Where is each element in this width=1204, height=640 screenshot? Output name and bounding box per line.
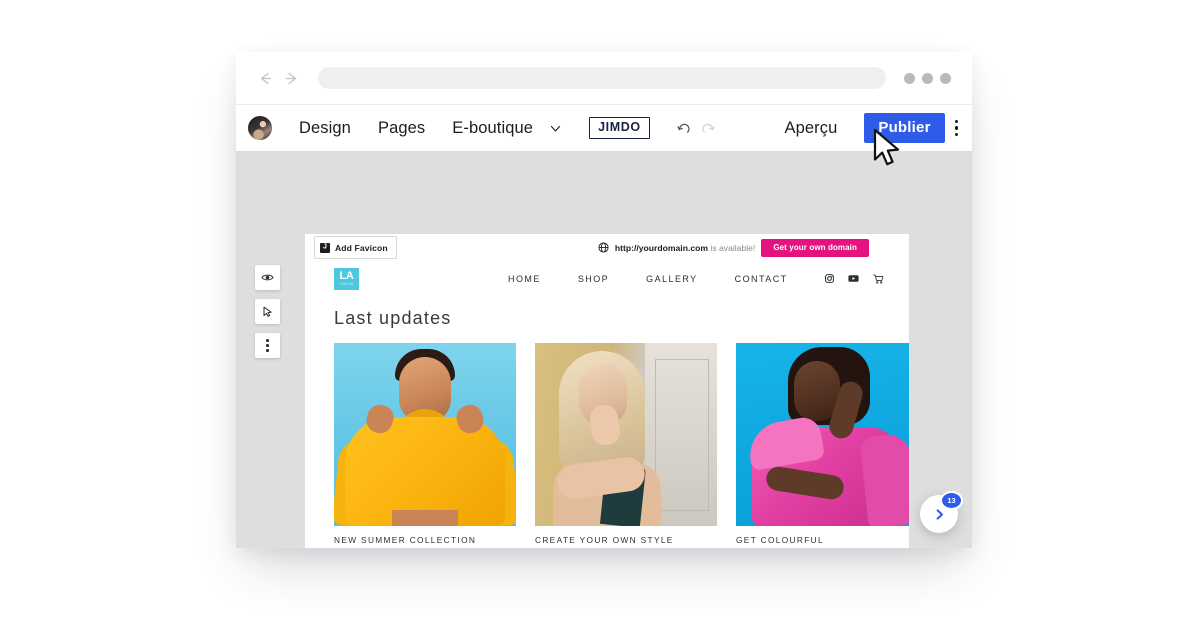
site-logo-sub: TULUM — [339, 281, 354, 286]
domain-status-text: http://yourdomain.com is available! — [615, 243, 755, 253]
kebab-dot — [954, 119, 958, 124]
photo-detail — [655, 359, 709, 511]
tab-design[interactable]: Design — [299, 119, 351, 138]
domain-name: http://yourdomain.com — [614, 242, 709, 253]
nav-link-gallery[interactable]: GALLERY — [646, 274, 698, 284]
mouse-cursor — [872, 128, 906, 175]
cart-icon[interactable] — [872, 274, 884, 284]
photo-blonde-portrait[interactable] — [535, 343, 717, 526]
card-title: NEW SUMMER COLLECTION — [334, 535, 477, 545]
favicon-domain-bar: J Add Favicon http://yourdomain.com is a… — [305, 234, 909, 261]
update-card[interactable]: GET COLOURFUL 890 idee su Moda estate ne… — [736, 343, 909, 548]
tab-pages[interactable]: Pages — [378, 119, 425, 138]
editor-toolbar: Design Pages E-boutique JIMDO Aperçu Pub… — [236, 105, 972, 151]
preview-eye-button[interactable] — [255, 265, 280, 290]
tab-eboutique[interactable]: E-boutique — [452, 119, 562, 138]
chat-widget-button[interactable]: 13 — [920, 493, 961, 533]
chevron-down-icon[interactable] — [533, 122, 562, 135]
site-navbar: LA TULUM HOME SHOP GALLERY CONTACT — [305, 261, 909, 296]
browser-window: Design Pages E-boutique JIMDO Aperçu Pub… — [236, 52, 972, 548]
browser-chrome — [236, 52, 972, 104]
editor-canvas: J Add Favicon http://yourdomain.com is a… — [236, 151, 972, 548]
site-logo[interactable]: LA TULUM — [334, 267, 359, 290]
page-title: Last updates — [334, 308, 452, 328]
undo-icon[interactable] — [675, 120, 692, 137]
address-bar[interactable] — [318, 67, 886, 89]
favicon-glyph: J — [323, 243, 327, 251]
screenshot-root: Design Pages E-boutique JIMDO Aperçu Pub… — [0, 0, 1204, 640]
chevron-right-icon — [932, 507, 947, 522]
canvas-tool-rail — [255, 265, 280, 358]
domain-promo: http://yourdomain.com is available! Get … — [598, 234, 869, 261]
window-dot[interactable] — [904, 72, 915, 84]
update-card[interactable]: NEW SUMMER COLLECTION La nouvelle collec… — [334, 343, 516, 548]
window-dot[interactable] — [922, 72, 933, 84]
tab-eboutique-label: E-boutique — [452, 118, 534, 137]
site-social-icons — [824, 274, 884, 284]
site-preview: J Add Favicon http://yourdomain.com is a… — [305, 234, 909, 548]
undo-redo-group — [675, 120, 717, 137]
user-avatar[interactable] — [248, 116, 272, 140]
eye-icon — [261, 271, 274, 284]
arrow-left-icon[interactable] — [257, 70, 274, 87]
window-dot[interactable] — [940, 72, 951, 84]
instagram-icon[interactable] — [824, 274, 834, 283]
photo-pink-dress[interactable] — [736, 343, 909, 526]
kebab-dot — [954, 126, 958, 130]
globe-icon — [598, 242, 609, 253]
kebab-menu-icon[interactable] — [954, 119, 958, 137]
site-nav-links: HOME SHOP GALLERY CONTACT — [508, 261, 884, 296]
nav-arrows — [257, 70, 300, 87]
cursor-brush-icon — [261, 305, 274, 318]
youtube-icon[interactable] — [848, 274, 859, 283]
updates-card-grid: NEW SUMMER COLLECTION La nouvelle collec… — [334, 343, 909, 548]
add-favicon-button[interactable]: J Add Favicon — [314, 236, 397, 259]
vertical-dots-icon — [266, 339, 269, 352]
domain-availability: is available! — [708, 242, 756, 253]
canvas-more-button[interactable] — [255, 333, 280, 358]
site-logo-main: LA — [339, 269, 354, 282]
photo-yellow-hoodie[interactable] — [334, 343, 516, 526]
arrow-forward-icon[interactable] — [283, 70, 300, 87]
redo-icon[interactable] — [700, 120, 717, 137]
get-domain-button[interactable]: Get your own domain — [761, 238, 869, 257]
tab-apercu[interactable]: Aperçu — [784, 119, 837, 138]
update-card[interactable]: CREATE YOUR OWN STYLE Créez votre propre… — [535, 343, 717, 548]
photo-detail — [392, 510, 458, 526]
add-favicon-label: Add Favicon — [335, 242, 388, 253]
chat-unread-badge: 13 — [942, 493, 961, 508]
favicon-placeholder-icon: J — [320, 242, 330, 253]
card-title: CREATE YOUR OWN STYLE — [535, 535, 674, 545]
card-title: GET COLOURFUL — [736, 535, 824, 545]
nav-link-shop[interactable]: SHOP — [578, 274, 609, 284]
style-pointer-button[interactable] — [255, 299, 280, 324]
jimdo-brand-badge[interactable]: JIMDO — [589, 117, 650, 139]
nav-link-contact[interactable]: CONTACT — [735, 274, 788, 284]
window-controls[interactable] — [904, 72, 951, 84]
nav-link-home[interactable]: HOME — [508, 274, 541, 284]
photo-detail — [859, 432, 909, 526]
kebab-dot — [954, 132, 958, 137]
